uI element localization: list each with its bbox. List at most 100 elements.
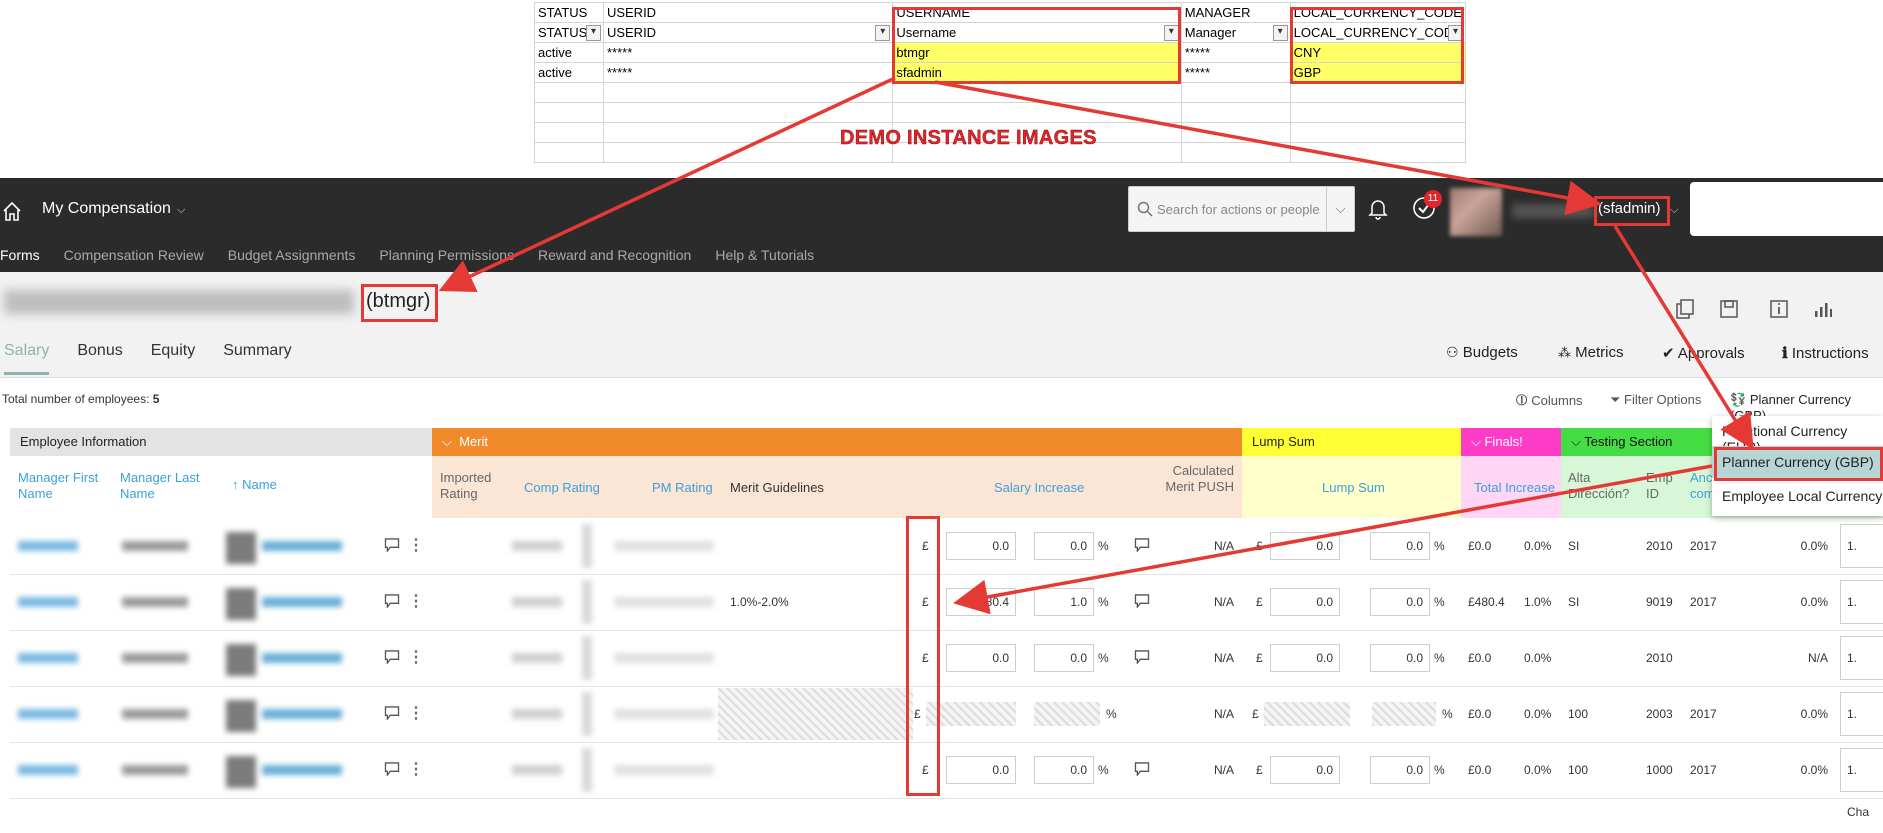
- subnav-reward[interactable]: Reward and Recognition: [538, 246, 691, 272]
- salary-amount-input[interactable]: 0.0: [946, 756, 1016, 784]
- col-comp-rating[interactable]: Comp Rating: [524, 480, 600, 496]
- tab-salary[interactable]: Salary: [4, 342, 50, 375]
- group-finals[interactable]: ⌵ Finals!: [1461, 428, 1561, 456]
- bell-icon[interactable]: [1368, 198, 1388, 220]
- col-pm-rating[interactable]: PM Rating: [652, 480, 713, 496]
- approvals-button[interactable]: ✔ Approvals: [1662, 344, 1745, 362]
- sheet-cell: *****: [1180, 62, 1291, 83]
- col-manager-last[interactable]: Manager Last Name: [120, 470, 210, 502]
- employee-name-blurred[interactable]: [262, 597, 342, 607]
- manager-first-blurred[interactable]: [18, 709, 78, 719]
- employee-name-blurred[interactable]: [262, 765, 342, 775]
- search-input[interactable]: Search for actions or people ⌵: [1128, 186, 1355, 232]
- col-lump-sum[interactable]: Lump Sum: [1322, 480, 1385, 496]
- status-select[interactable]: 1. Cha: [1840, 692, 1883, 763]
- form-title-blurred: [4, 290, 354, 314]
- comment-icon[interactable]: [1134, 594, 1150, 608]
- subnav-planning[interactable]: Planning Permissions: [379, 246, 514, 272]
- tab-bonus[interactable]: Bonus: [77, 342, 122, 375]
- info-icon[interactable]: [1768, 298, 1790, 320]
- salary-amount-input[interactable]: 0.0: [946, 532, 1016, 560]
- status-select[interactable]: 1. Cha: [1840, 524, 1883, 595]
- calc-merit-value: N/A: [1214, 651, 1235, 665]
- comment-icon[interactable]: [384, 706, 400, 720]
- comp-rating-blurred: [512, 765, 562, 775]
- lump-sum-amount-input[interactable]: 0.0: [1270, 756, 1340, 784]
- lump-sum-percent-input[interactable]: 0.0: [1370, 756, 1430, 784]
- more-options-icon[interactable]: ⋮: [408, 535, 424, 555]
- subnav-help[interactable]: Help & Tutorials: [715, 246, 814, 272]
- filter-options-button[interactable]: ⏷ Filter Options: [1610, 392, 1701, 408]
- status-select[interactable]: 1. Cha: [1840, 580, 1883, 651]
- col-name[interactable]: ↑ Name: [232, 477, 277, 493]
- subnav-comp-review[interactable]: Compensation Review: [64, 246, 204, 272]
- salary-percent-input[interactable]: 1.0: [1034, 588, 1094, 616]
- emp-id-value: 2003: [1646, 707, 1673, 721]
- comment-icon[interactable]: [384, 650, 400, 664]
- sheet-filter-cell[interactable]: Manager: [1180, 22, 1291, 43]
- chevron-down-icon[interactable]: ⌵: [1326, 187, 1354, 231]
- lump-sum-amount-input[interactable]: 0.0: [1270, 644, 1340, 672]
- salary-percent-input[interactable]: 0.0: [1034, 756, 1094, 784]
- comment-icon[interactable]: [384, 538, 400, 552]
- col-salary-increase[interactable]: Salary Increase: [994, 480, 1084, 496]
- salary-percent-input[interactable]: 0.0: [1034, 644, 1094, 672]
- lump-sum-percent-input[interactable]: 0.0: [1370, 588, 1430, 616]
- comment-icon[interactable]: [384, 594, 400, 608]
- group-testing[interactable]: ⌵ Testing Section: [1561, 428, 1721, 456]
- subnav-budget[interactable]: Budget Assignments: [228, 246, 356, 272]
- comment-icon[interactable]: [1134, 762, 1150, 776]
- bar-chart-icon[interactable]: [1812, 298, 1834, 320]
- sheet-filter-cell[interactable]: USERID: [602, 22, 894, 43]
- columns-button[interactable]: ⦶ Columns: [1516, 392, 1583, 410]
- comment-icon[interactable]: [384, 762, 400, 776]
- highlight-currency-symbols: [906, 516, 940, 796]
- percent-sign: %: [1106, 707, 1117, 721]
- budgets-button[interactable]: ⚇ Budgets: [1446, 344, 1518, 361]
- lump-sum-percent-input[interactable]: 0.0: [1370, 532, 1430, 560]
- more-options-icon[interactable]: ⋮: [408, 591, 424, 611]
- col-total-increase[interactable]: Total Increase: [1474, 480, 1555, 496]
- employee-name-blurred[interactable]: [262, 709, 342, 719]
- lump-sum-amount-input[interactable]: 0.0: [1270, 588, 1340, 616]
- sheet-filter-cell[interactable]: STATUS: [534, 22, 604, 43]
- comment-icon[interactable]: [1134, 650, 1150, 664]
- copy-icon[interactable]: [1674, 298, 1696, 320]
- sheet-cell: STATUS: [534, 2, 604, 23]
- status-select[interactable]: 1. Cha: [1840, 636, 1883, 707]
- more-options-icon[interactable]: ⋮: [408, 647, 424, 667]
- manager-first-blurred[interactable]: [18, 765, 78, 775]
- salary-amount-input[interactable]: 480.4: [946, 588, 1016, 616]
- status-select[interactable]: 1. Cha: [1840, 748, 1883, 819]
- lump-sum-percent-input[interactable]: 0.0: [1370, 644, 1430, 672]
- metrics-button[interactable]: ⁂ Metrics: [1558, 344, 1624, 361]
- menu-item-employee-local-currency[interactable]: Employee Local Currency: [1722, 488, 1882, 504]
- tab-summary[interactable]: Summary: [223, 342, 291, 375]
- more-options-icon[interactable]: ⋮: [408, 703, 424, 723]
- total-amount: £0.0: [1468, 651, 1492, 665]
- instructions-label: Instructions: [1791, 345, 1869, 362]
- budgets-label: Budgets: [1462, 344, 1518, 361]
- employee-name-blurred[interactable]: [262, 541, 342, 551]
- total-percent: 0.0%: [1524, 651, 1552, 665]
- home-icon[interactable]: [2, 200, 22, 222]
- more-options-icon[interactable]: ⋮: [408, 759, 424, 779]
- salary-amount-input[interactable]: 0.0: [946, 644, 1016, 672]
- salary-percent-input[interactable]: 0.0: [1034, 532, 1094, 560]
- avatar[interactable]: [1450, 188, 1502, 236]
- comment-icon[interactable]: [1134, 538, 1150, 552]
- subnav-forms[interactable]: Forms: [0, 246, 40, 272]
- manager-first-blurred[interactable]: [18, 653, 78, 663]
- manager-first-blurred[interactable]: [18, 597, 78, 607]
- chevron-down-icon[interactable]: ⌵: [1670, 204, 1678, 217]
- employee-name-blurred[interactable]: [262, 653, 342, 663]
- tab-equity[interactable]: Equity: [151, 342, 195, 375]
- group-merit[interactable]: ⌵ Merit: [432, 428, 1242, 456]
- col-manager-first[interactable]: Manager First Name: [18, 470, 108, 502]
- instructions-button[interactable]: ℹ Instructions: [1782, 344, 1869, 362]
- save-icon[interactable]: [1718, 298, 1740, 320]
- lump-sum-amount-input[interactable]: 0.0: [1270, 532, 1340, 560]
- pm-rating-blurred: [614, 765, 714, 775]
- manager-first-blurred[interactable]: [18, 541, 78, 551]
- app-title-menu[interactable]: My Compensation ⌵: [42, 200, 185, 218]
